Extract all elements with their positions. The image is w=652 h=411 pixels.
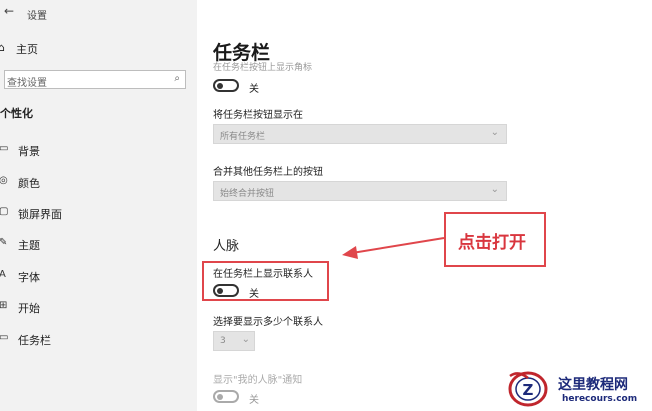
watermark-logo-icon: Z	[508, 371, 548, 407]
annotation-arrow-icon	[342, 237, 445, 259]
site-watermark: Z 这里教程网 herecours.com	[506, 368, 652, 411]
callout-text: 点击打开	[458, 233, 526, 253]
annotation-callout: 点击打开	[444, 212, 546, 267]
watermark-en-text: herecours.com	[562, 394, 638, 404]
watermark-cn-text: 这里教程网	[558, 377, 628, 393]
watermark-logo-letter: Z	[523, 381, 534, 399]
